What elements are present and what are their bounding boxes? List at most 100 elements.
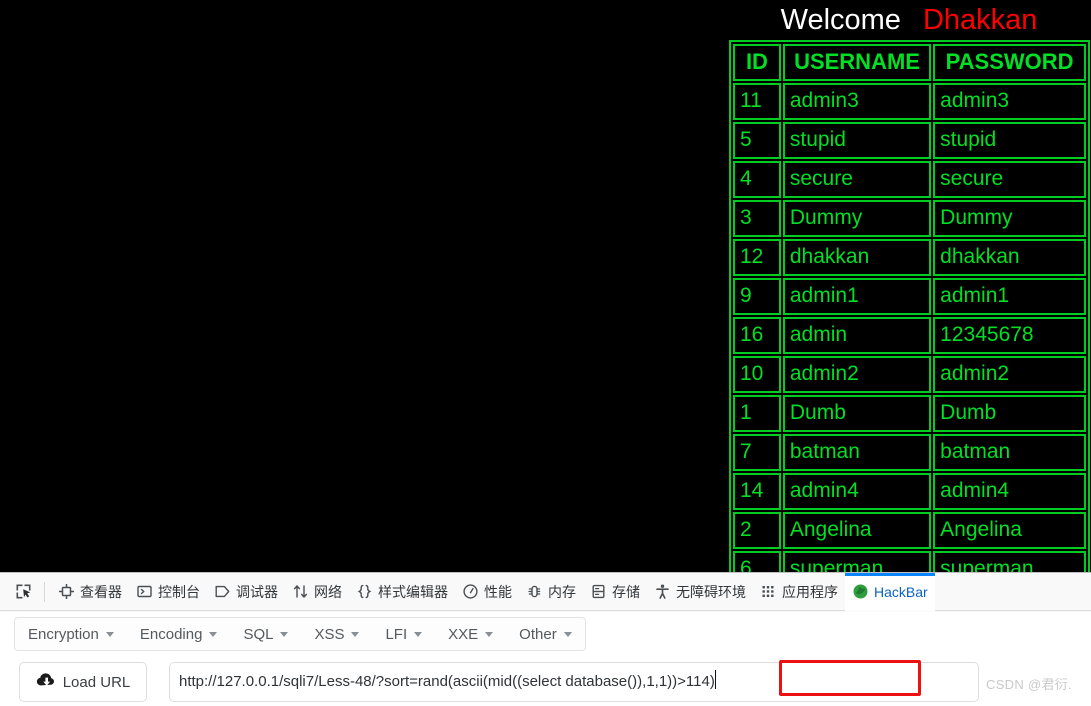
column-header-id: ID xyxy=(733,44,781,81)
sql-results-table: ID USERNAME PASSWORD 11 admin3 admin3 5 stup… xyxy=(729,40,1090,572)
welcome-prefix: Welcome xyxy=(780,4,901,36)
url-input[interactable]: http://127.0.0.1/sqli7/Less-48/?sort=ran… xyxy=(169,662,979,702)
chevron-down-icon xyxy=(209,631,218,637)
devtools-tab-storage[interactable]: 存储 xyxy=(583,573,647,611)
chevron-down-icon xyxy=(485,631,494,637)
toolbar-divider xyxy=(44,581,45,602)
hackbar-menu-lfi[interactable]: LFI xyxy=(372,618,435,650)
devtools-tab-style-editor[interactable]: 样式编辑器 xyxy=(349,573,455,611)
table-body: 11 admin3 admin3 5 stupid stupid 4 secure secure… xyxy=(733,83,1086,572)
cell-password: admin3 xyxy=(933,83,1086,120)
devtools-tab-hackbar[interactable]: HackBar xyxy=(845,572,935,611)
devtools-tab-debugger[interactable]: 调试器 xyxy=(207,573,285,611)
hackbar-menu-other[interactable]: Other xyxy=(506,618,585,650)
table-row: 9 admin1 admin1 xyxy=(733,278,1086,315)
cell-password: secure xyxy=(933,161,1086,198)
chevron-down-icon xyxy=(280,631,289,637)
cell-username: admin2 xyxy=(782,356,932,393)
table-row: 7 batman batman xyxy=(733,434,1086,471)
devtools-tab-inspector[interactable]: 查看器 xyxy=(51,573,129,611)
devtools-tab-network[interactable]: 网络 xyxy=(285,573,349,611)
devtools-tab-label: 样式编辑器 xyxy=(378,583,448,600)
cell-username: stupid xyxy=(782,122,932,159)
column-header-password: PASSWORD xyxy=(933,44,1086,81)
cell-id: 6 xyxy=(733,551,781,572)
devtools-tab-label: 网络 xyxy=(314,583,342,600)
load-url-label: Load URL xyxy=(62,673,131,691)
chevron-down-icon xyxy=(414,631,423,637)
url-field-wrapper: http://127.0.0.1/sqli7/Less-48/?sort=ran… xyxy=(169,660,979,702)
url-input-text-highlighted: 1,1))>114) xyxy=(646,673,715,690)
hackbar-icon xyxy=(852,583,869,600)
application-icon xyxy=(760,583,777,600)
accessibility-icon xyxy=(654,583,671,600)
cell-password: dhakkan xyxy=(933,239,1086,276)
cell-password: batman xyxy=(933,434,1086,471)
devtools-tab-label: 内存 xyxy=(548,583,576,600)
hackbar-menu-sql[interactable]: SQL xyxy=(230,618,301,650)
cell-username: Dumb xyxy=(782,395,932,432)
hackbar-menu-xxe[interactable]: XXE xyxy=(435,618,506,650)
cell-username: admin4 xyxy=(782,473,932,510)
cloud-download-icon xyxy=(36,672,55,692)
cell-password: admin1 xyxy=(933,278,1086,315)
inspector-icon xyxy=(58,583,75,600)
devtools-tab-label: 控制台 xyxy=(158,583,200,600)
cell-username: superman xyxy=(782,551,932,572)
devtools-panel: 查看器 控制台 调试器 网络 样式编辑器 性能 内存 存储 无障碍环境 应用程序… xyxy=(0,572,1091,706)
table-row: 10 admin2 admin2 xyxy=(733,356,1086,393)
load-url-button[interactable]: Load URL xyxy=(19,662,147,702)
watermark: CSDN @君衍. xyxy=(986,677,1072,692)
table-row: 14 admin4 admin4 xyxy=(733,473,1086,510)
text-cursor xyxy=(714,670,716,689)
devtools-tab-application[interactable]: 应用程序 xyxy=(753,573,845,611)
cell-password: superman xyxy=(933,551,1086,572)
cell-username: admin xyxy=(782,317,932,354)
table-row: 2 Angelina Angelina xyxy=(733,512,1086,549)
table-header-row: ID USERNAME PASSWORD xyxy=(733,44,1086,81)
hackbar-menu-encryption[interactable]: Encryption xyxy=(15,618,127,650)
table-row: 1 Dumb Dumb xyxy=(733,395,1086,432)
hackbar-menu-encoding[interactable]: Encoding xyxy=(127,618,231,650)
devtools-tab-label: 性能 xyxy=(484,583,512,600)
hackbar-menu-label: Encoding xyxy=(139,625,203,643)
element-picker-icon[interactable] xyxy=(6,578,40,606)
cell-username: Angelina xyxy=(782,512,932,549)
table-row: 4 secure secure xyxy=(733,161,1086,198)
cell-id: 10 xyxy=(733,356,781,393)
devtools-tab-label: 调试器 xyxy=(236,583,278,600)
cell-password: admin4 xyxy=(933,473,1086,510)
cell-id: 16 xyxy=(733,317,781,354)
hackbar-menu-label: Encryption xyxy=(28,625,99,643)
cell-password: Dummy xyxy=(933,200,1086,237)
url-input-text: http://127.0.0.1/sqli7/Less-48/?sort=ran… xyxy=(179,662,716,702)
cell-username: secure xyxy=(782,161,932,198)
devtools-tabbar: 查看器 控制台 调试器 网络 样式编辑器 性能 内存 存储 无障碍环境 应用程序… xyxy=(0,572,1091,611)
hackbar-menu-label: XXE xyxy=(448,625,479,643)
table-row: 12 dhakkan dhakkan xyxy=(733,239,1086,276)
memory-icon xyxy=(526,583,543,600)
hackbar-menu-label: LFI xyxy=(385,625,408,643)
table-row: 16 admin 12345678 xyxy=(733,317,1086,354)
devtools-tab-label: HackBar xyxy=(874,583,928,600)
devtools-tab-label: 查看器 xyxy=(80,583,122,600)
hackbar-panel: Encryption Encoding SQL XSS LFI XXE Othe… xyxy=(0,612,1091,706)
devtools-tab-performance[interactable]: 性能 xyxy=(455,573,519,611)
debugger-icon xyxy=(214,583,231,600)
devtools-tab-accessibility[interactable]: 无障碍环境 xyxy=(647,573,753,611)
table-row: 11 admin3 admin3 xyxy=(733,83,1086,120)
devtools-tab-console[interactable]: 控制台 xyxy=(129,573,207,611)
cell-username: Dummy xyxy=(782,200,932,237)
devtools-tab-memory[interactable]: 内存 xyxy=(519,573,583,611)
hackbar-menu-xss[interactable]: XSS xyxy=(301,618,372,650)
welcome-username: Dhakkan xyxy=(922,4,1038,36)
hackbar-url-row: Load URL http://127.0.0.1/sqli7/Less-48/… xyxy=(0,658,1091,706)
table-row: 5 stupid stupid xyxy=(733,122,1086,159)
cell-id: 11 xyxy=(733,83,781,120)
console-icon xyxy=(136,583,153,600)
table-row: 6 superman superman xyxy=(733,551,1086,572)
cell-id: 1 xyxy=(733,395,781,432)
cell-username: admin1 xyxy=(782,278,932,315)
hackbar-menu-label: SQL xyxy=(243,625,274,643)
devtools-tab-label: 应用程序 xyxy=(782,583,838,600)
